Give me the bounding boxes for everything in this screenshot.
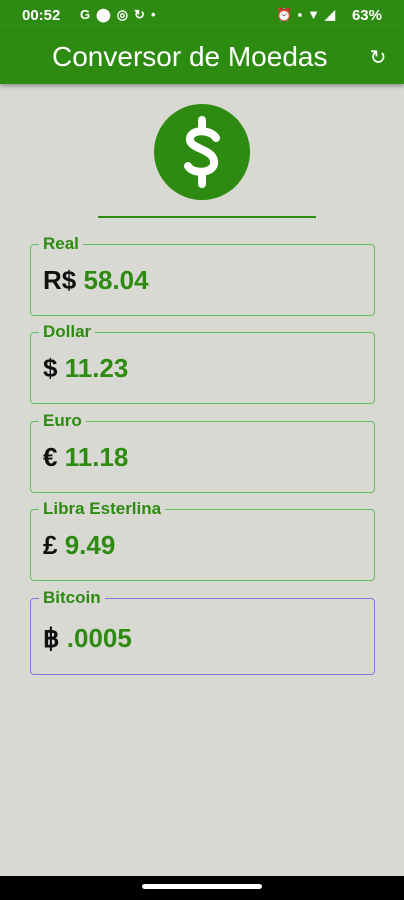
location-icon: ⬤	[96, 7, 117, 22]
logo-divider	[98, 216, 316, 218]
libra-esterlina-label: Libra Esterlina	[39, 499, 166, 519]
status-system-icons: ⏰▪▼◢	[276, 7, 340, 23]
app-bar: Conversor de Moedas ↻	[0, 32, 404, 84]
home-indicator[interactable]	[142, 884, 262, 889]
app-title: Conversor de Moedas	[52, 41, 328, 72]
euro-amount[interactable]: 11.18	[65, 442, 129, 472]
wifi-icon: ▼	[307, 7, 325, 22]
euro-symbol: €	[43, 442, 58, 472]
bitcoin-value[interactable]: ฿ .0005	[43, 623, 132, 654]
bitcoin-field[interactable]: Bitcoin ฿ .0005	[30, 588, 375, 675]
dollar-value[interactable]: $ 11.23	[43, 353, 128, 384]
navigation-bar	[0, 876, 404, 900]
libra-esterlina-amount[interactable]: 9.49	[65, 530, 116, 560]
dollar-symbol: $	[43, 353, 58, 383]
g-icon: G	[80, 7, 97, 22]
dollar-circle-icon	[154, 104, 250, 200]
libra-esterlina-value[interactable]: £ 9.49	[43, 530, 115, 561]
status-time: 00:52	[22, 7, 61, 24]
status-bar: 00:52 G⬤◎↻• ⏰▪▼◢ 63%	[0, 0, 404, 32]
real-label: Real	[39, 234, 83, 254]
signal-icon: ◢	[325, 7, 340, 22]
euro-field[interactable]: Euro € 11.18	[30, 411, 375, 493]
media-icon: ◎	[116, 7, 135, 22]
real-field[interactable]: Real R$ 58.04	[30, 234, 375, 316]
dollar-label: Dollar	[39, 322, 96, 342]
bitcoin-symbol: ฿	[43, 623, 60, 653]
sync-icon: ↻	[134, 7, 151, 22]
dot-icon: •	[150, 7, 162, 22]
status-notification-icons: G⬤◎↻•	[80, 7, 162, 23]
euro-value[interactable]: € 11.18	[43, 442, 128, 473]
real-symbol: R$	[43, 265, 77, 295]
dollar-field[interactable]: Dollar $ 11.23	[30, 322, 375, 404]
libra-esterlina-symbol: £	[43, 530, 58, 560]
alarm-icon: ⏰	[276, 7, 298, 22]
bitcoin-label: Bitcoin	[39, 588, 105, 608]
real-amount[interactable]: 58.04	[83, 265, 148, 295]
battery-level: 63%	[351, 7, 382, 24]
real-value[interactable]: R$ 58.04	[43, 265, 149, 296]
bitcoin-amount[interactable]: .0005	[67, 623, 132, 653]
volte-icon: ▪	[297, 7, 308, 22]
euro-label: Euro	[39, 411, 86, 431]
refresh-icon[interactable]: ↻	[366, 46, 390, 70]
dollar-amount[interactable]: 11.23	[65, 353, 129, 383]
libra-esterlina-field[interactable]: Libra Esterlina £ 9.49	[30, 499, 375, 581]
